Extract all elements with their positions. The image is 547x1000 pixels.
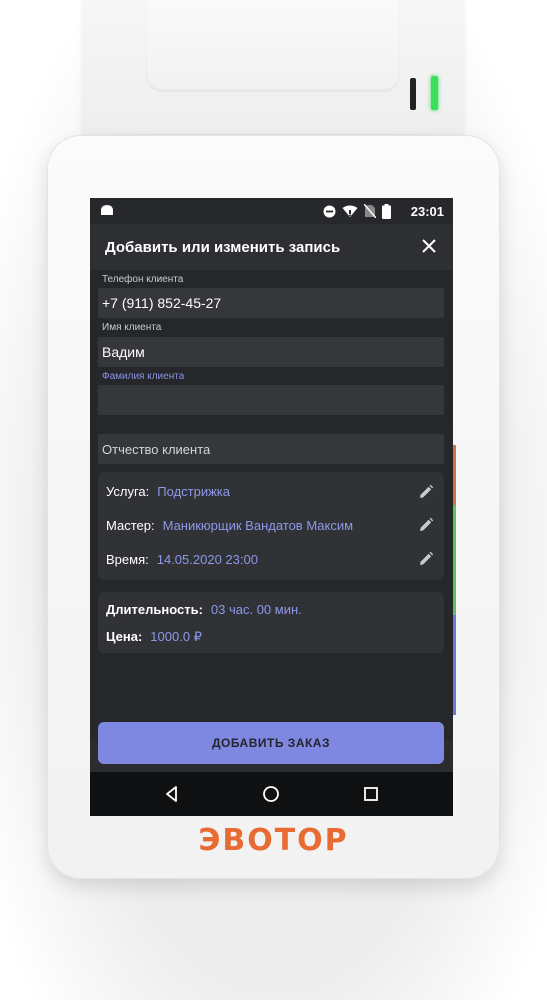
add-order-button[interactable]: ДОБАВИТЬ ЗАКАЗ	[98, 722, 444, 764]
summary-card: Длительность: 03 час. 00 мин. Цена: 1000.0…	[98, 592, 444, 653]
master-value: Маникюрщик Вандатов Максим	[162, 518, 354, 533]
service-value: Подстрижка	[157, 484, 230, 499]
service-row: Услуга: Подстрижка	[106, 484, 230, 499]
status-time: 23:01	[410, 204, 444, 219]
time-row: Время: 14.05.2020 23:00	[106, 552, 258, 567]
no-sim-icon	[364, 204, 376, 218]
service-label: Услуга:	[106, 484, 150, 499]
status-bar: 23:01	[90, 198, 453, 224]
edit-time-icon[interactable]	[418, 551, 434, 567]
phone-value: +7 (911) 852-45-27	[102, 295, 222, 311]
battery-icon	[382, 203, 391, 219]
dialog-header: Добавить или изменить запись	[90, 224, 453, 270]
duration-value: 03 час. 00 мин.	[210, 602, 302, 617]
price-row: Цена: 1000.0 ₽	[106, 629, 202, 645]
receipt-printer	[82, 0, 464, 134]
close-icon[interactable]	[419, 236, 439, 256]
duration-label: Длительность:	[106, 602, 203, 617]
surname-label: Фамилия клиента	[102, 371, 185, 382]
price-value: 1000.0 ₽	[150, 629, 202, 644]
recents-icon[interactable]	[362, 785, 380, 803]
name-field[interactable]: Вадим	[98, 337, 444, 367]
navigation-bar	[90, 772, 453, 816]
master-label: Мастер:	[106, 518, 155, 533]
status-icons	[323, 203, 391, 219]
time-label: Время:	[106, 552, 149, 567]
android-icon	[101, 205, 113, 215]
surname-field[interactable]	[98, 385, 444, 415]
paper-slot	[146, 0, 400, 92]
printer-indicator-green	[431, 76, 438, 110]
side-accent-green	[453, 505, 456, 615]
brand-logo: ЭВОТОР	[198, 823, 349, 858]
form-content: Телефон клиента +7 (911) 852-45-27 Имя к…	[90, 270, 453, 740]
side-accent-orange	[453, 445, 456, 505]
phone-field[interactable]: +7 (911) 852-45-27	[98, 288, 444, 318]
wifi-icon	[342, 205, 358, 217]
name-value: Вадим	[102, 344, 145, 360]
do-not-disturb-icon	[323, 205, 336, 217]
master-row: Мастер: Маникюрщик Вандатов Максим	[106, 518, 353, 533]
side-accent-blue	[453, 615, 456, 715]
phone-label: Телефон клиента	[102, 274, 184, 285]
screen: 23:01 Добавить или изменить запись Телеф…	[90, 198, 453, 816]
patronymic-field[interactable]: Отчество клиента	[98, 434, 444, 464]
price-label: Цена:	[106, 629, 143, 644]
booking-card: Услуга: Подстрижка Мастер: Маникюрщик Ванд…	[98, 472, 444, 580]
duration-row: Длительность: 03 час. 00 мин.	[106, 602, 302, 617]
home-icon[interactable]	[262, 785, 280, 803]
name-label: Имя клиента	[102, 322, 162, 333]
edit-master-icon[interactable]	[418, 517, 434, 533]
back-icon[interactable]	[163, 785, 181, 803]
patronymic-placeholder: Отчество клиента	[102, 442, 211, 457]
printer-indicator-dark	[410, 78, 416, 110]
dialog-title: Добавить или изменить запись	[105, 239, 341, 256]
time-value: 14.05.2020 23:00	[156, 552, 258, 567]
edit-service-icon[interactable]	[418, 484, 434, 500]
